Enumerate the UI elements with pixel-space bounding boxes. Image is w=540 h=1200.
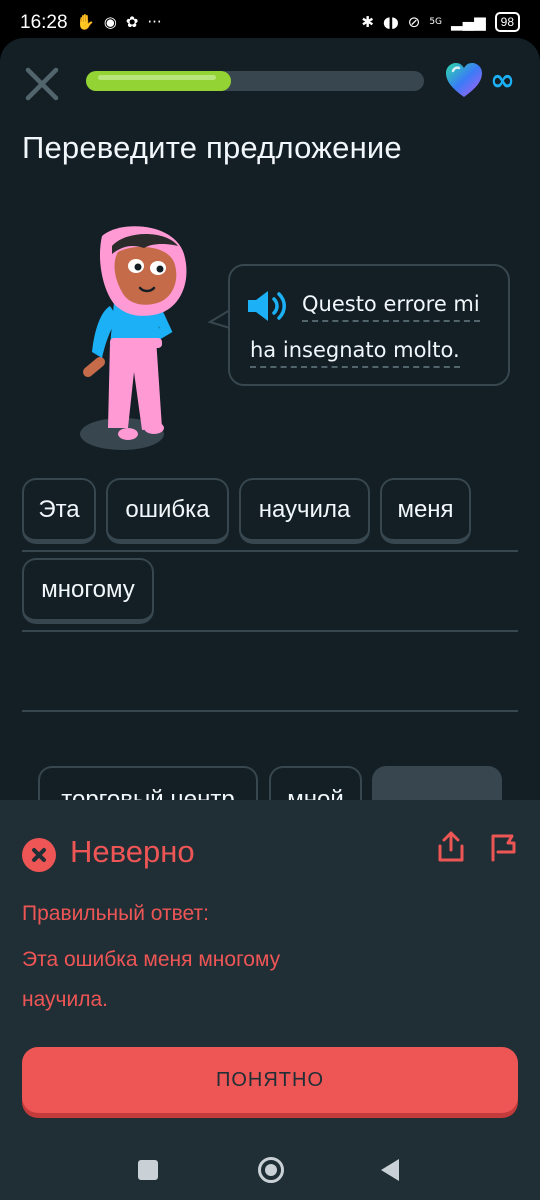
error-x-icon bbox=[22, 838, 56, 872]
lesson-progress-fill bbox=[86, 71, 232, 91]
answer-word-chip[interactable]: ошибка bbox=[106, 478, 229, 544]
correct-answer-label: Правильный ответ: bbox=[22, 902, 209, 925]
answer-line bbox=[22, 630, 518, 632]
lesson-progress-shine bbox=[98, 75, 217, 80]
prompt-sentence-line-1[interactable]: Questo errore mi bbox=[302, 292, 480, 322]
network-label: 5G bbox=[429, 16, 443, 27]
earbuds-icon: ◖◗ bbox=[382, 13, 399, 31]
status-notification-icons: ✋ ◉ ✿ ··· bbox=[76, 13, 162, 31]
flag-icon[interactable] bbox=[488, 832, 518, 862]
signal-icon: ▂▄▆ bbox=[451, 13, 486, 31]
system-nav-bar bbox=[0, 1130, 540, 1200]
speech-bubble: Questo errore mi ha insegnato molto. bbox=[228, 264, 510, 386]
settings-notification-icon: ✿ bbox=[125, 13, 139, 31]
prompt-sentence-line-2[interactable]: ha insegnato molto. bbox=[250, 338, 460, 368]
bluetooth-icon: ✱ bbox=[361, 13, 374, 31]
recent-apps-icon[interactable] bbox=[138, 1160, 158, 1180]
infinity-icon: ∞ bbox=[490, 63, 515, 98]
got-it-button[interactable]: ПОНЯТНО bbox=[22, 1047, 518, 1113]
answer-word-chip[interactable]: многому bbox=[22, 558, 154, 624]
status-time: 16:28 bbox=[20, 12, 68, 33]
share-icon[interactable] bbox=[436, 830, 466, 864]
heart-gem-icon[interactable] bbox=[444, 62, 484, 100]
correct-answer-text: Эта ошибка меня многому научила. bbox=[22, 948, 281, 1011]
battery-indicator: 98 bbox=[494, 12, 520, 32]
home-icon[interactable] bbox=[258, 1157, 284, 1183]
speech-bubble-tail bbox=[208, 309, 230, 329]
answer-line bbox=[22, 710, 518, 712]
lesson-progress-bar bbox=[86, 71, 424, 91]
back-icon[interactable] bbox=[381, 1159, 399, 1181]
character-illustration bbox=[80, 226, 187, 450]
speaker-icon[interactable] bbox=[246, 288, 290, 324]
answer-word-chip[interactable]: меня bbox=[380, 478, 471, 544]
result-status: Неверно bbox=[70, 834, 195, 869]
mute-icon: ⊘ bbox=[407, 13, 421, 31]
answer-word-chip[interactable]: Эта bbox=[22, 478, 96, 544]
more-notifications-icon: ··· bbox=[147, 13, 162, 31]
answer-line bbox=[22, 550, 518, 552]
page-title: Переведите предложение bbox=[22, 130, 402, 165]
app-notification-icon: ◉ bbox=[103, 13, 117, 31]
close-icon[interactable] bbox=[22, 64, 62, 104]
status-right: ✱ ◖◗ ⊘ 5G ▂▄▆ 98 bbox=[361, 12, 520, 32]
answer-word-chip[interactable]: научила bbox=[239, 478, 370, 544]
activity-icon: ✋ bbox=[76, 13, 95, 31]
